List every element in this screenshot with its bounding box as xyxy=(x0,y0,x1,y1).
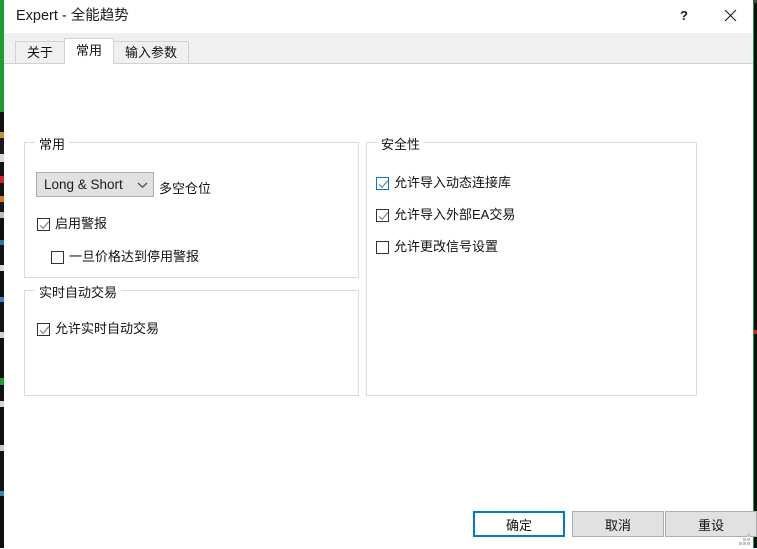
group-security-legend: 安全性 xyxy=(377,134,425,153)
checkbox-enable-alerts[interactable]: 启用警报 xyxy=(37,217,107,231)
resize-grip[interactable] xyxy=(738,533,750,545)
checkbox-disable-alert-on-price-label: 一旦价格达到停用警报 xyxy=(69,249,200,264)
position-type-label: 多空仓位 xyxy=(159,181,212,196)
question-mark-icon: ? xyxy=(680,8,688,23)
ok-button[interactable]: 确定 xyxy=(473,511,565,537)
tab-inputs[interactable]: 输入参数 xyxy=(113,41,190,64)
tab-about-label: 关于 xyxy=(27,45,54,60)
cancel-button-label: 取消 xyxy=(604,517,631,533)
title-bar: Expert - 全能趋势 ? xyxy=(4,0,753,33)
expert-settings-dialog: Expert - 全能趋势 ? 关于 常用 输入参数 常用 Long & Sho… xyxy=(4,0,757,549)
tab-strip: 关于 常用 输入参数 xyxy=(4,33,753,64)
close-icon xyxy=(724,9,737,22)
tab-about[interactable]: 关于 xyxy=(15,41,66,64)
close-button[interactable] xyxy=(707,0,753,31)
group-general-legend: 常用 xyxy=(35,134,70,153)
checkbox-allow-dll-imports-label: 允许导入动态连接库 xyxy=(394,175,512,190)
reset-button-label: 重设 xyxy=(697,517,724,533)
checkbox-allow-live-trading-label: 允许实时自动交易 xyxy=(55,321,160,336)
checkbox-allow-live-trading[interactable]: 允许实时自动交易 xyxy=(37,322,159,336)
checkbox-allow-dll-imports[interactable]: 允许导入动态连接库 xyxy=(376,176,511,190)
checkbox-allow-dll-imports-box xyxy=(376,176,389,190)
checkbox-allow-modify-signal-settings-label: 允许更改信号设置 xyxy=(394,239,499,254)
tab-common-label: 常用 xyxy=(76,43,103,58)
window-title: Expert - 全能趋势 xyxy=(16,8,129,24)
checkbox-enable-alerts-box xyxy=(37,217,50,231)
checkbox-allow-external-ea-imports[interactable]: 允许导入外部EA交易 xyxy=(376,208,515,222)
group-live-trading: 实时自动交易 xyxy=(24,282,359,396)
checkbox-allow-external-ea-imports-box xyxy=(376,208,389,222)
chevron-down-icon xyxy=(131,181,153,189)
checkbox-disable-alert-on-price-box xyxy=(51,250,64,264)
tab-common[interactable]: 常用 xyxy=(64,38,115,64)
ok-button-label: 确定 xyxy=(505,517,532,533)
checkbox-allow-modify-signal-settings[interactable]: 允许更改信号设置 xyxy=(376,240,498,254)
cancel-button[interactable]: 取消 xyxy=(572,511,664,537)
checkbox-allow-external-ea-imports-label: 允许导入外部EA交易 xyxy=(394,207,516,222)
title-bar-buttons: ? xyxy=(661,0,753,31)
position-type-value: Long & Short xyxy=(44,177,123,192)
group-live-trading-legend: 实时自动交易 xyxy=(35,282,122,301)
checkbox-allow-live-trading-box xyxy=(37,322,50,336)
checkbox-disable-alert-on-price[interactable]: 一旦价格达到停用警报 xyxy=(51,250,199,264)
checkbox-enable-alerts-label: 启用警报 xyxy=(55,216,108,231)
tab-inputs-label: 输入参数 xyxy=(125,45,178,60)
tab-panel-common: 常用 Long & Short 多空仓位 启用警报 一旦价格达到停用警报 实时自… xyxy=(4,63,753,549)
help-button[interactable]: ? xyxy=(661,0,707,31)
position-type-combobox[interactable]: Long & Short xyxy=(36,172,154,197)
checkbox-allow-modify-signal-settings-box xyxy=(376,240,389,254)
